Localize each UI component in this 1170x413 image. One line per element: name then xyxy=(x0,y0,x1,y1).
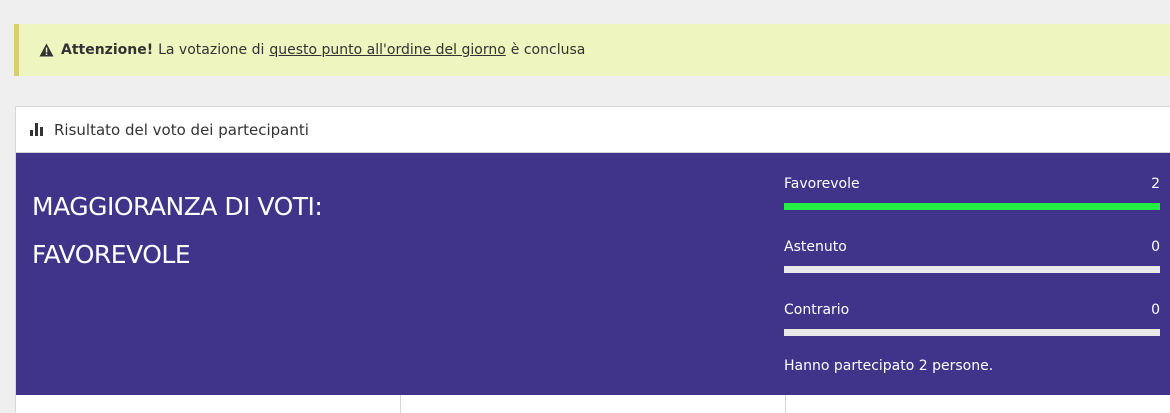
bar-chart-icon xyxy=(30,123,46,136)
vote-label: Contrario xyxy=(784,302,850,318)
panel-title: Risultato del voto dei partecipanti xyxy=(54,120,309,139)
vote-result: MAGGIORANZA DI VOTI: FAVOREVOLE Favorevo… xyxy=(16,153,1170,395)
vote-row-favorevole: Favorevole 2 xyxy=(784,175,1160,238)
table-cell xyxy=(16,395,401,413)
vote-count: 0 xyxy=(1151,239,1160,255)
alert-text-before: La votazione di xyxy=(158,42,265,58)
table-cell xyxy=(401,395,786,413)
vote-bar-track xyxy=(784,266,1160,273)
alert-text-after: è conclusa xyxy=(510,42,586,58)
vote-label: Astenuto xyxy=(784,239,847,255)
results-panel: Risultato del voto dei partecipanti MAGG… xyxy=(15,106,1170,413)
warning-icon xyxy=(39,43,55,57)
vote-bar-fill xyxy=(784,203,1160,210)
vote-count: 2 xyxy=(1151,176,1160,192)
vote-row-astenuto: Astenuto 0 xyxy=(784,238,1160,301)
vote-bar-track xyxy=(784,329,1160,336)
agenda-item-link[interactable]: questo punto all'ordine del giorno xyxy=(269,42,505,58)
vote-label: Favorevole xyxy=(784,176,860,192)
vote-row-contrario: Contrario 0 xyxy=(784,301,1160,364)
majority-result: MAGGIORANZA DI VOTI: FAVOREVOLE xyxy=(32,183,592,279)
panel-heading: Risultato del voto dei partecipanti xyxy=(16,107,1170,153)
bottom-table-strip xyxy=(16,395,1170,413)
majority-line-2: FAVOREVOLE xyxy=(32,240,191,269)
vote-count: 0 xyxy=(1151,302,1160,318)
alert-banner: Attenzione! La votazione di questo punto… xyxy=(14,24,1170,76)
vote-bars: Favorevole 2 Astenuto 0 Contrario 0 xyxy=(784,175,1160,364)
alert-strong: Attenzione! xyxy=(61,42,154,58)
participants-count: Hanno partecipato 2 persone. xyxy=(784,358,994,374)
vote-bar-track xyxy=(784,203,1160,210)
majority-line-1: MAGGIORANZA DI VOTI: xyxy=(32,192,323,221)
table-cell xyxy=(786,395,1170,413)
